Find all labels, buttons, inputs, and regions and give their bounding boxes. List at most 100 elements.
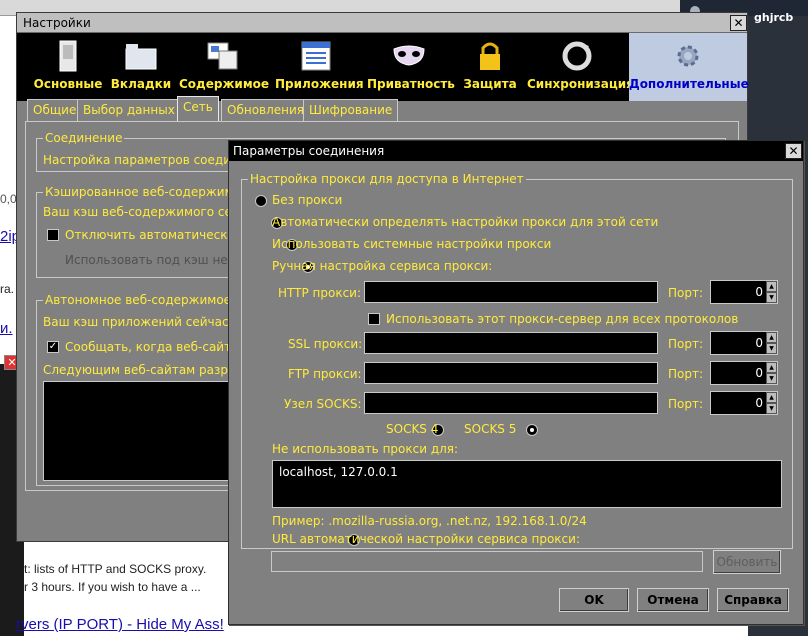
toolbar-tabs[interactable]: Вкладки <box>107 33 175 101</box>
ftp-port-value: 0 <box>755 366 763 380</box>
ftp-port-label: Порт: <box>668 367 704 381</box>
ssl-proxy-label: SSL прокси: <box>288 337 363 351</box>
same-proxy-label: Использовать этот прокси-сервер для всех… <box>386 312 739 326</box>
ftp-proxy-input[interactable] <box>364 362 658 384</box>
spin-up-icon[interactable]: ▲ <box>766 392 777 403</box>
toolbar-label: Вкладки <box>110 77 172 91</box>
socks-port-input[interactable]: 0 ▲ ▼ <box>710 391 778 415</box>
reload-button[interactable]: Обновить <box>713 550 781 574</box>
dialog-title: Параметры соединения <box>229 141 803 161</box>
toolbar-applications[interactable]: Приложения <box>275 33 364 101</box>
http-port-value: 0 <box>755 285 763 299</box>
spin-up-icon[interactable]: ▲ <box>766 332 777 343</box>
group-title: Настройка прокси для доступа в Интернет <box>248 172 526 186</box>
offline-sites-label: Следующим веб-сайтам разре <box>43 363 236 377</box>
tab-network[interactable]: Сеть <box>177 96 219 121</box>
no-proxy-example: Пример: .mozilla-russia.org, .net.nz, 19… <box>272 514 587 528</box>
group-title: Соединение <box>43 131 125 145</box>
cache-size-label: Использовать под кэш не б <box>65 253 239 267</box>
spin-up-icon[interactable]: ▲ <box>766 362 777 373</box>
result-snippet: t: lists of HTTP and SOCKS proxy. <box>24 562 207 576</box>
spin-down-icon[interactable]: ▼ <box>766 343 777 354</box>
spin-down-icon[interactable]: ▼ <box>766 403 777 414</box>
tab-general[interactable]: Общие <box>27 99 83 121</box>
no-proxy-textarea[interactable]: localhost, 127.0.0.1 <box>272 460 782 508</box>
option-auto-detect-label: Автоматически определять настройки прокс… <box>272 215 659 229</box>
http-proxy-label: HTTP прокси: <box>278 286 362 300</box>
radio-no-proxy[interactable] <box>255 195 267 207</box>
toolbar-privacy[interactable]: Приватность <box>367 33 455 101</box>
connection-dialog: Параметры соединения ✕ Настройка прокси … <box>228 140 804 625</box>
toolbar-label: Приватность <box>367 77 455 91</box>
result-link[interactable]: rvers (IP PORT) - Hide My Ass! <box>16 616 224 633</box>
same-proxy-checkbox[interactable] <box>368 313 380 325</box>
ftp-proxy-label: FTP прокси: <box>288 367 362 381</box>
tab-update[interactable]: Обновления <box>221 99 311 121</box>
toolbar-main[interactable]: Основные <box>31 33 105 101</box>
toolbar-label: Содержимое <box>179 77 270 91</box>
auto-url-input[interactable] <box>271 551 703 572</box>
proxy-group: Настройка прокси для доступа в Интернет … <box>241 172 793 549</box>
spin-up-icon[interactable]: ▲ <box>766 281 777 292</box>
ftp-port-input[interactable]: 0 ▲ ▼ <box>710 361 778 385</box>
tab-data-choices[interactable]: Выбор данных <box>77 99 181 121</box>
toolbar-label: Основные <box>33 77 103 91</box>
http-proxy-input[interactable] <box>364 281 658 303</box>
notify-offline-checkbox[interactable]: ✓ <box>47 341 59 353</box>
mask-icon <box>393 45 425 66</box>
sync-icon <box>562 41 592 71</box>
settings-toolbar: Основные Вкладки Содержимое Приложения П… <box>17 33 749 101</box>
ssl-port-label: Порт: <box>668 337 704 351</box>
socks-host-label: Узел SOCKS: <box>284 397 362 411</box>
toolbar-label: Дополнительные <box>629 77 749 91</box>
spin-down-icon[interactable]: ▼ <box>766 373 777 384</box>
group-title: Кэшированное веб-содержимо <box>43 185 243 199</box>
toolbar-label: Синхронизация <box>527 77 634 91</box>
folder-tabs-icon <box>125 44 157 70</box>
spin-down-icon[interactable]: ▼ <box>766 292 777 303</box>
socks-port-label: Порт: <box>668 397 704 411</box>
page-fragment-link[interactable]: и. <box>0 320 13 337</box>
disable-cache-label: Отключить автоматическо <box>65 228 235 242</box>
result-snippet: r 3 hours. If you wish to have a ... <box>24 580 201 594</box>
option-system-proxy-label: Использовать системные настройки прокси <box>272 237 552 251</box>
option-no-proxy-label: Без прокси <box>272 193 343 207</box>
no-proxy-label: Не использовать прокси для: <box>272 442 459 456</box>
socks-host-input[interactable] <box>364 392 658 414</box>
ssl-port-input[interactable]: 0 ▲ ▼ <box>710 331 778 355</box>
toolbar-sync[interactable]: Синхронизация <box>527 33 634 101</box>
ok-button[interactable]: OK <box>559 588 629 612</box>
ssl-proxy-input[interactable] <box>364 332 658 354</box>
switch-icon <box>59 40 77 72</box>
toolbar-advanced[interactable]: Дополнительные <box>629 33 749 101</box>
settings-close-button[interactable]: ✕ <box>730 15 747 31</box>
option-manual-proxy-label: Ручная настройка сервиса прокси: <box>272 259 493 273</box>
help-button[interactable]: Справка <box>717 588 789 612</box>
toolbar-content[interactable]: Содержимое <box>179 33 270 101</box>
page-fragment: ra. <box>0 282 15 296</box>
cancel-button[interactable]: Отмена <box>637 588 709 612</box>
user-name[interactable]: ghjrcb <box>754 11 793 24</box>
group-title: Автономное веб-содержимое и <box>43 293 245 307</box>
settings-title: Настройки <box>17 13 747 33</box>
dialog-close-button[interactable]: ✕ <box>785 143 802 159</box>
tab-encryption[interactable]: Шифрование <box>303 99 399 121</box>
lock-icon <box>480 42 500 70</box>
http-port-input[interactable]: 0 ▲ ▼ <box>710 280 778 304</box>
toolbar-security[interactable]: Защита <box>461 33 519 101</box>
toolbar-label: Защита <box>463 77 517 91</box>
http-port-label: Порт: <box>668 286 704 300</box>
radio-socks5[interactable] <box>525 424 538 436</box>
auto-url-label: URL автоматической настройки сервиса про… <box>272 532 580 546</box>
applications-icon <box>301 41 331 71</box>
gear-icon <box>677 45 699 67</box>
page-fragment: 0,0 <box>0 192 17 206</box>
toolbar-label: Приложения <box>275 77 364 91</box>
content-icon <box>207 42 238 70</box>
cache-description: Ваш кэш веб-содержимого сей <box>43 205 240 219</box>
notify-offline-label: Сообщать, когда веб-сайт <box>65 340 232 354</box>
connection-description: Настройка параметров соедин <box>43 153 239 167</box>
disable-cache-checkbox[interactable] <box>47 229 59 241</box>
socks5-label: SOCKS 5 <box>464 422 517 436</box>
socks-port-value: 0 <box>755 396 763 410</box>
